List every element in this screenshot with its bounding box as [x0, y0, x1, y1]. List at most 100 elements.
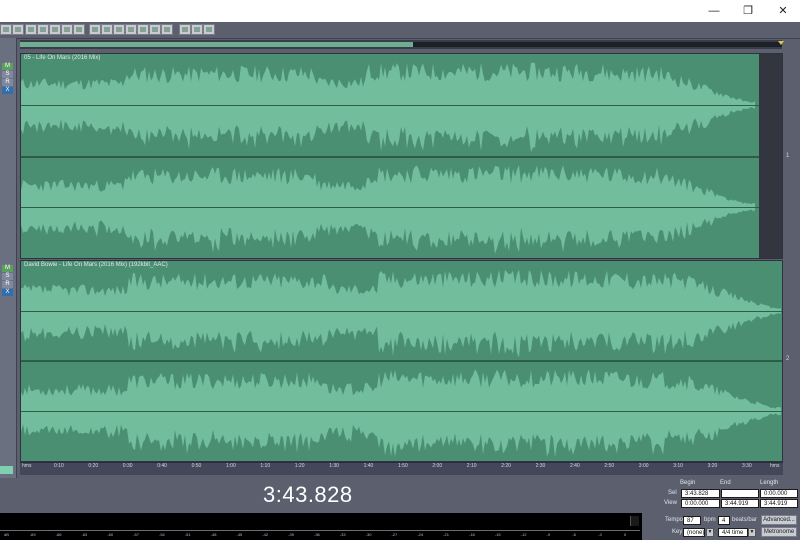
toolbar-button[interactable]	[191, 24, 203, 35]
toolbar-button[interactable]	[25, 24, 37, 35]
level-meter-tick-label: -66	[55, 532, 62, 537]
overview-visible-range[interactable]	[20, 42, 413, 47]
toolbar-button[interactable]	[0, 24, 12, 35]
waveform-channel	[21, 62, 755, 153]
track-1-record-button[interactable]: R	[2, 79, 13, 86]
track-1-end-region	[759, 54, 782, 258]
sel-end-field[interactable]	[721, 489, 759, 498]
waveform-channel	[21, 165, 755, 254]
time-signature-select[interactable]: 4/4 time	[718, 528, 748, 537]
maximize-button[interactable]: ❐	[731, 0, 765, 22]
level-meter-tick-label: -69	[29, 532, 36, 537]
view-length-field[interactable]: 3:44.919	[760, 499, 798, 508]
current-time: 3:43.828	[263, 482, 353, 507]
window-title-bar: — ❐ ✕	[0, 0, 800, 22]
view-end-field[interactable]: 3:44.919	[721, 499, 759, 508]
channel-center-line	[21, 105, 759, 106]
tempo-input[interactable]: 87	[683, 516, 701, 525]
level-meter-tick-label: -36	[314, 532, 320, 537]
track-scroll-indicator[interactable]	[0, 466, 13, 474]
toolbar-button[interactable]	[161, 24, 173, 35]
level-meter-tick-label: -42	[262, 532, 269, 537]
toolbar-button[interactable]	[125, 24, 137, 35]
toolbar-button[interactable]	[89, 24, 101, 35]
key-dropdown-chevron-down-icon[interactable]: ▼	[706, 528, 714, 537]
level-meter-tick-label: -39	[288, 532, 294, 537]
track-2-close-button[interactable]: X	[2, 289, 13, 296]
begin-header: Begin	[680, 480, 696, 486]
track-2-solo-button[interactable]: S	[2, 273, 13, 280]
ruler-tick-label: 3:20	[707, 463, 718, 469]
ruler-tick-label: 3:30	[742, 463, 752, 469]
sel-length-field[interactable]: 0:00.000	[760, 489, 798, 498]
toolbar-button[interactable]	[203, 24, 215, 35]
level-meter-tick-label: 0	[624, 532, 627, 537]
toolbar-button[interactable]	[101, 24, 113, 35]
track-1-mute-button[interactable]: M	[2, 63, 13, 70]
level-meter-tick-label: -9	[546, 532, 551, 537]
ruler-tick-label: 2:00	[432, 463, 443, 469]
ruler-tick-label: 2:20	[501, 463, 511, 469]
overview-scrollbar[interactable]	[20, 40, 784, 49]
level-meter-tick-label: -63	[81, 532, 88, 537]
selection-view-panel: Begin End Length Sel View 3:43.828 0:00.…	[656, 480, 800, 513]
length-header: Length	[760, 480, 779, 486]
track-1-close-button[interactable]: X	[2, 87, 13, 94]
track-2-name: David Bowie - Life On Mars (2016 Mix) (1…	[24, 262, 168, 268]
track-1-solo-button[interactable]: S	[2, 71, 13, 78]
view-row-label: View	[664, 500, 677, 506]
toolbar-button[interactable]	[12, 24, 24, 35]
level-meter-tick-label: -12	[520, 532, 527, 537]
ruler-tick-label: 2:30	[535, 463, 546, 469]
track-1-number: 1	[786, 153, 790, 159]
channel-center-line	[21, 207, 759, 208]
time-signature-chevron-down-icon[interactable]: ▼	[748, 528, 756, 537]
sel-begin-field[interactable]: 3:43.828	[681, 489, 720, 498]
end-header: End	[720, 480, 731, 486]
minimize-button[interactable]: —	[697, 0, 731, 22]
beats-input[interactable]: 4	[718, 516, 730, 525]
ruler-end-label: hms	[770, 463, 780, 469]
channel-center-line	[21, 311, 782, 312]
ruler-tick-label: 1:00	[226, 463, 236, 469]
sel-row-label: Sel	[668, 490, 677, 496]
ruler-tick-label: 0:10	[54, 463, 64, 469]
level-meter-tick-label: -15	[494, 532, 501, 537]
toolbar-button[interactable]	[37, 24, 49, 35]
tempo-panel: Tempo 87 bpm 4 beats/bar Advanced... Key…	[656, 514, 800, 540]
view-begin-field[interactable]: 0:00.000	[681, 499, 720, 508]
track-2-waveform[interactable]: David Bowie - Life On Mars (2016 Mix) (1…	[20, 260, 783, 462]
tempo-label: Tempo	[665, 517, 684, 523]
close-button[interactable]: ✕	[766, 0, 800, 22]
level-meter: dB -69 -66 -63 -60 -57 -54 -51 -48 -45 -42 -39 -36 -3…	[0, 513, 642, 540]
level-meter-tick-label: -24	[417, 532, 424, 537]
metronome-button[interactable]: Metronome	[761, 527, 797, 537]
toolbar-button[interactable]	[179, 24, 191, 35]
toolbar-button[interactable]	[149, 24, 161, 35]
ruler-start-label: hms	[22, 463, 32, 469]
key-select[interactable]: (none)	[683, 528, 705, 537]
track-2-record-button[interactable]: R	[2, 281, 13, 288]
toolbar-button[interactable]	[113, 24, 125, 35]
ruler-tick-label: 1:50	[398, 463, 408, 469]
level-meter-tick-label: -18	[469, 532, 475, 537]
toolbar-button[interactable]	[137, 24, 149, 35]
toolbar-button[interactable]	[73, 24, 85, 35]
channel-center-line	[21, 411, 782, 412]
toolbar-button[interactable]	[61, 24, 73, 35]
time-ruler[interactable]: hms 0:10 0:20 0:30 0:40 0:50 1:00 1:10 1:20 1:30…	[20, 462, 783, 475]
level-meter-tick-label: -60	[107, 532, 114, 537]
track-1-waveform[interactable]: 05 - Life On Mars (2016 Mix)	[20, 53, 783, 259]
ruler-tick-label: 3:10	[673, 463, 683, 469]
channel-divider	[21, 360, 782, 362]
level-meter-tick-label: -54	[159, 532, 165, 537]
toolbar-button[interactable]	[49, 24, 61, 35]
beats-per-bar-label: beats/bar	[732, 517, 758, 523]
level-meter-tick-label: -3	[598, 532, 602, 537]
advanced-button[interactable]: Advanced...	[761, 515, 797, 525]
key-label: Key	[672, 529, 683, 535]
track-2-mute-button[interactable]: M	[2, 265, 13, 272]
playhead-marker-icon[interactable]	[778, 41, 784, 45]
ruler-tick-label: 2:10	[466, 463, 477, 469]
waveform-channel	[21, 269, 781, 358]
